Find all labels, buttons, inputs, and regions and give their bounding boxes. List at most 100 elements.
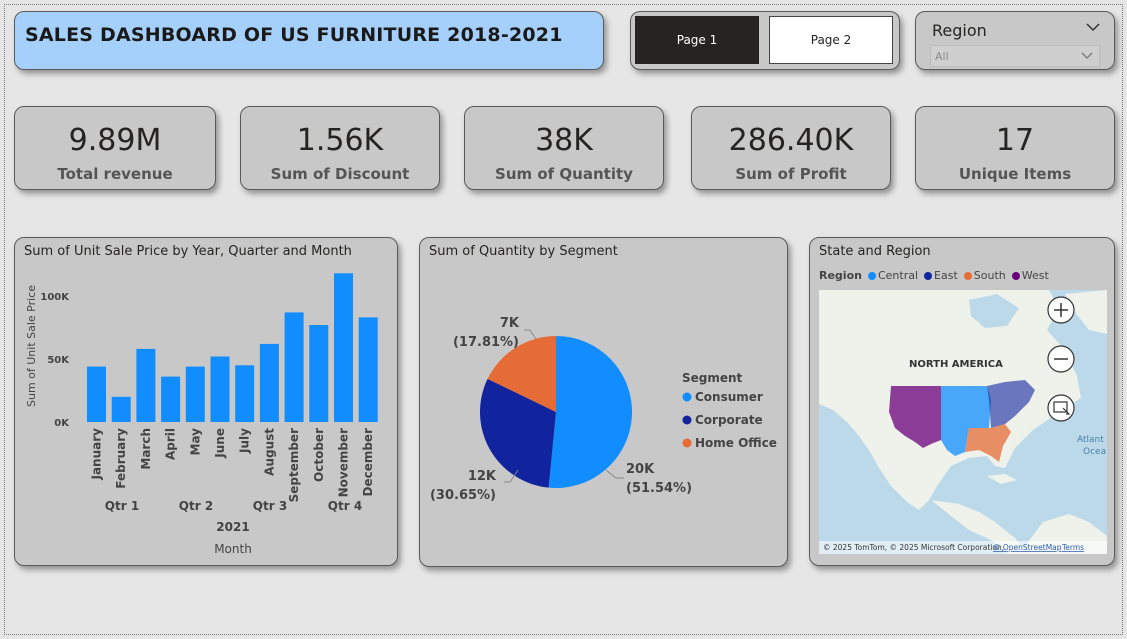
x-tick-label: August [262,428,276,476]
bar-january[interactable] [87,366,106,422]
map-legend: Region Central East South West [819,269,1049,282]
bar-february[interactable] [111,396,131,422]
bar-october[interactable] [309,325,329,422]
kpi-card-unique-items: 17 Unique Items [915,106,1115,190]
kpi-value: 1.56K [296,123,384,158]
x-tick-label: April [164,428,178,460]
ocean-label: Ocea [1083,447,1106,457]
x-tick-label: November [337,428,351,497]
bar-august[interactable] [259,343,279,422]
bar-chart[interactable]: Sum of Unit Sale Price 0K 50K 100K Janua… [15,238,397,565]
pie-slices[interactable] [479,336,633,488]
x-tick-label: December [361,428,375,497]
x-tick-label: February [114,428,128,489]
map-graphic[interactable]: NORTH AMERICA Atlant Ocea © 2025 TomTom,… [819,290,1107,554]
page-2-button[interactable]: Page 2 [769,16,893,64]
kpi-label: Sum of Profit [735,165,847,183]
kpi-card-discount: 1.56K Sum of Discount [240,106,440,190]
x-tick-label: June [213,428,227,459]
legend-title: Segment [682,371,743,385]
kpi-label: Total revenue [57,165,173,183]
legend-marker [924,272,933,280]
legend-marker [867,272,876,280]
zoom-in-button[interactable] [1047,296,1075,324]
kpi-card-profit: 286.40K Sum of Profit [691,106,891,190]
page-1-button[interactable]: Page 1 [635,16,759,64]
slicer-dropdown[interactable]: All [930,45,1100,67]
dashboard-title-card: SALES DASHBOARD OF US FURNITURE 2018-202… [14,11,604,70]
legend-item-central[interactable]: Central [867,269,919,282]
data-label-consumer: 20K [626,462,655,477]
leader-line [605,469,624,479]
x-axis-title: Month [214,542,252,556]
kpi-value: 9.89M [68,123,162,158]
kpi-card-total-revenue: 9.89M Total revenue [14,106,216,190]
bar-december[interactable] [358,317,378,422]
data-label-corporate-pct: (30.65%) [430,488,496,503]
chart-title: State and Region [819,244,931,259]
legend-label: Central [877,269,919,282]
map-canvas[interactable]: NORTH AMERICA Atlant Ocea © 2025 TomTom,… [819,290,1107,554]
pie-chart[interactable]: 20K (51.54%) 12K (30.65%) 7K (17.81%) Se… [420,238,787,566]
legend-item[interactable]: Home Office [695,436,777,450]
continent-label: NORTH AMERICA [909,359,1003,370]
legend-item[interactable]: Consumer [695,390,763,404]
bar-november[interactable] [334,273,353,422]
x-tick-label: May [188,428,202,456]
legend-marker [682,438,692,448]
select-area-button[interactable] [1047,394,1075,422]
quarter-label: Qtr 4 [328,499,362,513]
legend-label: West [1021,269,1049,282]
data-label-consumer-pct: (51.54%) [626,481,692,496]
quarter-label: Qtr 3 [253,499,287,513]
osm-link[interactable]: © OpenStreetMap [993,543,1062,552]
ocean-label: Atlant [1077,435,1104,445]
chevron-down-icon[interactable] [1086,22,1100,32]
quarter-label: Qtr 2 [179,499,213,513]
pie-slice-consumer[interactable] [548,336,633,488]
bar-june[interactable] [210,356,230,423]
year-label: 2021 [216,520,249,534]
x-tick-label: September [287,428,301,502]
bar-march[interactable] [136,348,156,422]
region-slicer[interactable]: Region All [915,11,1115,70]
data-label-home-office-pct: (17.81%) [453,335,519,350]
chevron-down-icon [1081,52,1093,59]
y-tick-label: 100K [40,292,70,303]
terms-link[interactable]: Terms [1061,543,1084,552]
kpi-value: 38K [535,123,593,158]
kpi-value: 17 [995,123,1035,158]
kpi-label: Sum of Discount [270,165,410,183]
legend-item-east[interactable]: East [924,269,958,282]
bar-series[interactable] [87,273,378,422]
legend-marker [963,272,972,280]
slicer-title: Region [932,21,987,40]
leader-line [524,329,537,340]
legend-label: South [973,269,1006,282]
pie-chart-card[interactable]: Sum of Quantity by Segment 20K (51.54%) … [419,237,788,567]
slicer-value: All [935,50,949,63]
legend-item[interactable]: Corporate [695,413,763,427]
data-label-corporate: 12K [468,469,497,484]
legend-title: Region [819,269,862,282]
kpi-label: Unique Items [958,165,1072,183]
y-tick-label: 0K [54,418,70,429]
map-copyright: © 2025 TomTom, © 2025 Microsoft Corporat… [823,543,1004,552]
x-tick-label: October [312,428,326,482]
zoom-out-button[interactable] [1047,345,1075,373]
map-card[interactable]: State and Region Region Central East Sou… [809,237,1115,566]
bar-april[interactable] [161,376,181,422]
kpi-card-quantity: 38K Sum of Quantity [464,106,664,190]
data-label-home-office: 7K [500,316,520,331]
quarter-label: Qtr 1 [105,499,139,513]
legend-item-south[interactable]: South [963,269,1006,282]
bar-chart-card[interactable]: Sum of Unit Sale Price by Year, Quarter … [14,237,398,566]
legend-marker [682,392,692,402]
bar-september[interactable] [284,312,304,422]
bar-may[interactable] [185,366,205,422]
x-tick-labels: January February March April May June July Augu… [90,428,376,503]
legend-item-west[interactable]: West [1011,269,1049,282]
legend-label: East [934,269,958,282]
y-tick-label: 50K [47,355,70,366]
bar-july[interactable] [235,365,255,422]
